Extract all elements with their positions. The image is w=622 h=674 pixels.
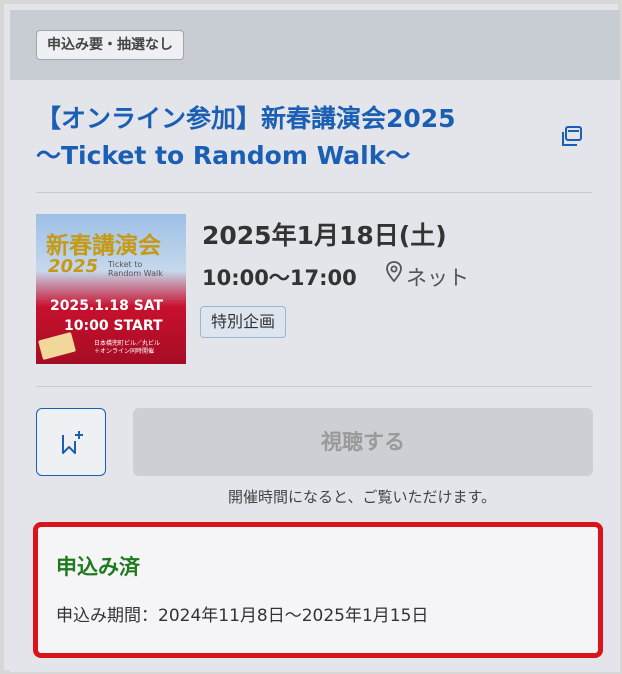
event-card: 申込み要・抽選なし 【オンライン参加】新春講演会2025 〜Ticket to … (10, 10, 620, 672)
thumbnail-year: 2025 (48, 256, 99, 277)
thumbnail-subtitle: Ticket to Random Walk (108, 260, 163, 278)
category-tag: 特別企画 (200, 306, 287, 338)
event-thumbnail[interactable]: 新春講演会 2025 Ticket to Random Walk 2025.1.… (36, 214, 186, 364)
application-status-label: 申込み済 (56, 555, 140, 579)
event-title[interactable]: 【オンライン参加】新春講演会2025 〜Ticket to Random Wal… (36, 100, 556, 174)
event-title-line2: 〜Ticket to Random Walk〜 (36, 141, 411, 170)
bookmark-button[interactable] (36, 408, 106, 476)
thumbnail-venue-line1: 日本橋兜町ビル／丸ビル (94, 340, 161, 347)
event-date: 2025年1月18日(土) (202, 221, 447, 250)
screenshot-frame: 申込み要・抽選なし 【オンライン参加】新春講演会2025 〜Ticket to … (0, 0, 622, 674)
card-header: 申込み要・抽選なし (10, 10, 620, 80)
event-location: ネット (406, 266, 469, 290)
ticket-graphic (37, 331, 77, 361)
thumbnail-title: 新春講演会 (46, 232, 161, 259)
availability-note: 開催時間になると、ご覧いただけます。 (228, 488, 496, 506)
thumbnail-start: 10:00 START (64, 318, 163, 334)
divider (36, 192, 592, 193)
divider (36, 386, 592, 387)
map-pin-icon (386, 261, 402, 283)
application-status-box: 申込み済 申込み期間：2024年11月8日〜2025年1月15日 (33, 522, 603, 658)
thumbnail-venue: 日本橋兜町ビル／丸ビル ＋オンライン同時開催 (94, 340, 160, 356)
application-type-badge: 申込み要・抽選なし (36, 30, 184, 60)
open-in-new-icon[interactable] (558, 124, 584, 150)
thumbnail-subtitle-line2: Random Walk (108, 269, 163, 278)
event-title-line1: 【オンライン参加】新春講演会2025 (36, 104, 456, 133)
thumbnail-venue-line2: ＋オンライン同時開催 (94, 348, 155, 355)
thumbnail-subtitle-line1: Ticket to (108, 260, 143, 269)
thumbnail-date: 2025.1.18 SAT (50, 298, 164, 314)
event-time: 10:00〜17:00 (202, 266, 357, 290)
bookmark-add-icon (62, 431, 83, 454)
application-period: 申込み期間：2024年11月8日〜2025年1月15日 (56, 606, 429, 626)
watch-button[interactable]: 視聴する (133, 408, 593, 476)
